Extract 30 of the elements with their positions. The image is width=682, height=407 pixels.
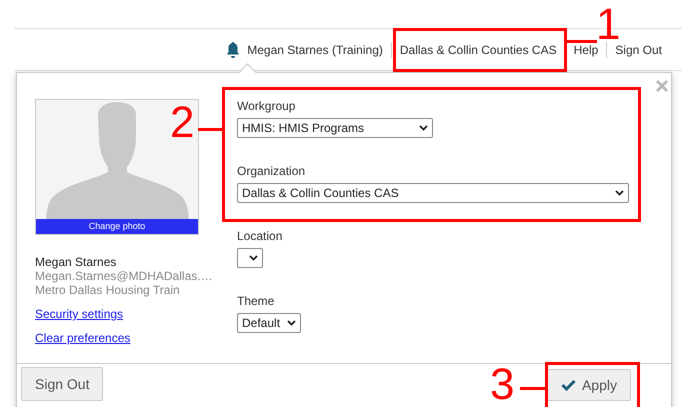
callout-number: 2 [170, 98, 194, 148]
callout-number: 3 [490, 360, 514, 407]
dropdown-field[interactable]: HMIS: HMIS Programs [237, 118, 433, 138]
header-link[interactable]: Sign Out [606, 42, 670, 58]
chevron-down-icon [615, 190, 624, 196]
leader-line [567, 40, 597, 43]
field-label: Workgroup [237, 99, 296, 113]
bell-icon[interactable] [225, 40, 242, 58]
apply-button[interactable]: Apply [546, 369, 631, 401]
organization-link[interactable]: Dallas & Collin Counties CAS [390, 42, 565, 58]
sign-out-button[interactable]: Sign Out [21, 367, 104, 401]
chevron-down-icon [287, 320, 296, 326]
chevron-down-icon [419, 125, 428, 131]
leader-line [198, 128, 222, 131]
field-label: Theme [237, 294, 276, 308]
field-label: Location [237, 229, 284, 243]
check-icon [560, 379, 576, 391]
user-name[interactable]: Megan Starnes (Training) [241, 42, 391, 56]
dropdown-field[interactable] [237, 248, 263, 268]
profile-link[interactable]: Security settings [35, 307, 220, 321]
profile-agency: Metro Dallas Housing Train [35, 283, 181, 297]
profile-email: Megan.Starnes@MDHADallas.… [35, 269, 214, 283]
field-label: Organization [237, 164, 306, 178]
dropdown-field[interactable]: Dallas & Collin Counties CAS [237, 183, 629, 203]
dropdown-field[interactable]: Default [237, 313, 301, 333]
profile-name: Megan Starnes [35, 255, 118, 269]
profile-link[interactable]: Clear preferences [35, 331, 220, 345]
change-photo-button[interactable]: Change photo [36, 219, 198, 234]
leader-line [520, 387, 545, 390]
chevron-down-icon [249, 255, 258, 261]
